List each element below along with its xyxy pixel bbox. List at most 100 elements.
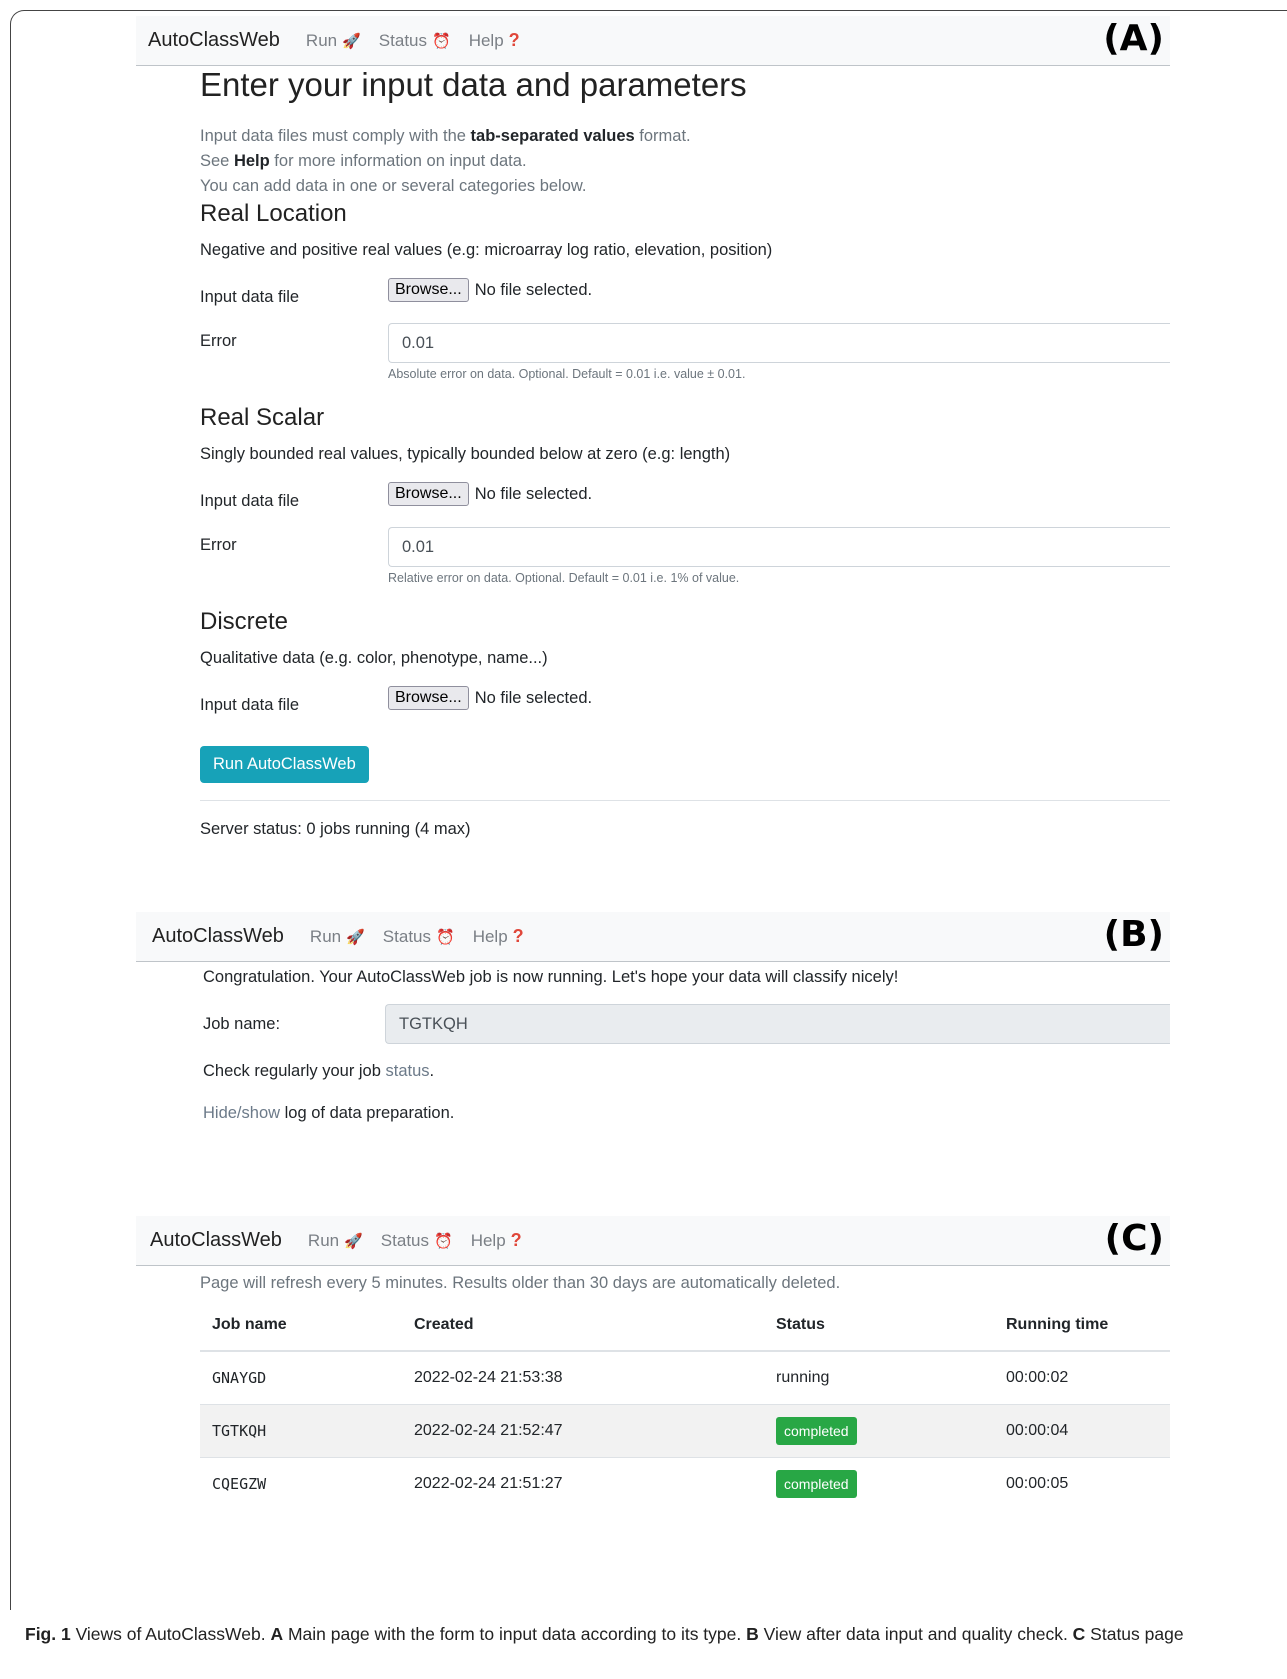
navbar-brand[interactable]: AutoClassWeb [152,925,284,948]
nav-status-label: Status [382,926,431,946]
status-link[interactable]: status [386,1062,430,1080]
discrete-file-input[interactable]: Browse... No file selected. [388,686,592,710]
real-scalar-error-label: Error [200,536,237,554]
browse-button[interactable]: Browse... [388,278,469,302]
intro-text: Input data files must comply with the ta… [200,124,691,199]
navbar-brand[interactable]: AutoClassWeb [148,29,280,52]
nav-run[interactable]: Run 🚀 [310,927,365,947]
nav-help[interactable]: Help? [473,926,524,947]
panel-label-b: (B) [1103,914,1164,955]
question-icon: ? [512,926,524,946]
refresh-notice: Page will refresh every 5 minutes. Resul… [200,1274,841,1292]
question-icon: ? [510,1230,522,1250]
column-header[interactable]: Job name [200,1300,402,1352]
question-icon: ? [508,30,520,50]
nav-run-label: Run [307,1230,340,1250]
nav-run[interactable]: Run 🚀 [306,31,361,51]
nav-status-label: Status [378,30,427,50]
status-badge[interactable]: completed [776,1417,857,1445]
table-row: CQEGZW 2022-02-24 21:51:27 completed 00:… [200,1457,1170,1510]
caption-a-label: A [270,1624,284,1644]
nav-status[interactable]: Status ⏰ [379,31,451,51]
intro-line-2-post: for more information on input data. [269,152,527,170]
check-status-pre: Check regularly your job [203,1062,386,1080]
navbar: AutoClassWeb Run 🚀 Status ⏰ Help? (A) [136,16,1170,66]
navbar: AutoClassWeb Run 🚀 Status ⏰ Help? (C) [136,1216,1170,1266]
status-badge[interactable]: completed [776,1470,857,1498]
nav-help[interactable]: Help? [469,30,520,51]
divider [200,800,1170,801]
status-cell: running [764,1350,994,1405]
no-file-text: No file selected. [474,280,593,299]
nav-help-label: Help [472,926,508,946]
job-name-field[interactable] [385,1004,1170,1044]
panel-c: AutoClassWeb Run 🚀 Status ⏰ Help? (C) Page… [136,1216,1170,1596]
nav-help-label: Help [470,1230,506,1250]
server-status: Server status: 0 jobs running (4 max) [200,820,471,838]
running-time-cell: 00:00:04 [994,1404,1170,1458]
help-link[interactable]: Help [234,152,270,170]
nav-run-label: Run [305,30,338,50]
created-cell: 2022-02-24 21:53:38 [402,1350,764,1405]
real-scalar-error-input[interactable] [388,527,1170,567]
panel-a: AutoClassWeb Run 🚀 Status ⏰ Help? (A) Ente… [136,16,1170,896]
created-cell: 2022-02-24 21:52:47 [402,1404,764,1458]
real-scalar-file-input[interactable]: Browse... No file selected. [388,482,592,506]
status-content: Page will refresh every 5 minutes. Resul… [200,1266,1170,1596]
page-title: Enter your input data and parameters [200,66,747,103]
log-toggle-post: log of data preparation. [280,1104,455,1122]
intro-line-3: You can add data in one or several categ… [200,177,587,195]
nav-help[interactable]: Help? [471,1230,522,1251]
real-location-file-label: Input data file [200,288,300,306]
intro-line-1-post: format. [634,127,691,145]
real-location-error-input[interactable] [388,323,1170,363]
nav-status[interactable]: Status ⏰ [383,927,455,947]
nav-run[interactable]: Run 🚀 [308,1231,363,1251]
panel-b: AutoClassWeb Run 🚀 Status ⏰ Help? (B) Cong… [136,912,1170,1132]
panel-label-c: (C) [1104,1218,1164,1259]
caption-intro: Views of AutoClassWeb. [70,1624,271,1644]
running-content: Congratulation. Your AutoClassWeb job is… [203,962,1170,1132]
real-location-file-input[interactable]: Browse... No file selected. [388,278,592,302]
table-header-row: Job name Created Status Running time [200,1300,1170,1352]
job-name-cell[interactable]: GNAYGD [200,1350,402,1405]
rocket-icon: 🚀 [342,32,361,50]
nav-help-label: Help [468,30,504,50]
column-header[interactable]: Created [402,1300,764,1352]
no-file-text: No file selected. [474,484,593,503]
caption-a-text: Main page with the form to input data ac… [283,1624,747,1644]
figure-caption: Fig. 1 Views of AutoClassWeb. A Main pag… [25,1622,1185,1647]
nav-status[interactable]: Status ⏰ [381,1231,453,1251]
nav-run-label: Run [309,926,342,946]
browse-button[interactable]: Browse... [388,482,469,506]
nav-status-label: Status [380,1230,429,1250]
rocket-icon: 🚀 [346,928,365,946]
real-scalar-file-label: Input data file [200,492,300,510]
running-time-cell: 00:00:02 [994,1350,1170,1405]
run-autoclassweb-button[interactable]: Run AutoClassWeb [200,746,369,783]
jobs-table: Job name Created Status Running time GNA… [200,1300,1170,1510]
column-header[interactable]: Status [764,1300,994,1352]
intro-line-1-pre: Input data files must comply with the [200,127,471,145]
running-message: Congratulation. Your AutoClassWeb job is… [203,968,899,986]
clock-icon: ⏰ [432,32,451,50]
section-real-location: Real Location [200,200,347,227]
section-discrete: Discrete [200,608,289,635]
column-header[interactable]: Running time [994,1300,1170,1352]
clock-icon: ⏰ [436,928,455,946]
section-real-scalar: Real Scalar [200,404,325,431]
intro-line-1: Input data files must comply with the ta… [200,124,691,149]
navbar: AutoClassWeb Run 🚀 Status ⏰ Help? (B) [136,912,1170,962]
check-status-text: Check regularly your job status. [203,1062,434,1081]
hide-show-link[interactable]: Hide/show [203,1104,280,1122]
browse-button[interactable]: Browse... [388,686,469,710]
panel-label-a: (A) [1103,18,1164,59]
check-status-post: . [429,1062,435,1080]
job-name-cell[interactable]: CQEGZW [200,1457,402,1510]
navbar-brand[interactable]: AutoClassWeb [150,1229,282,1252]
discrete-file-label: Input data file [200,696,300,714]
real-scalar-description: Singly bounded real values, typically bo… [200,445,731,463]
created-cell: 2022-02-24 21:51:27 [402,1457,764,1510]
job-name-cell[interactable]: TGTKQH [200,1404,402,1458]
no-file-text: No file selected. [474,688,593,707]
